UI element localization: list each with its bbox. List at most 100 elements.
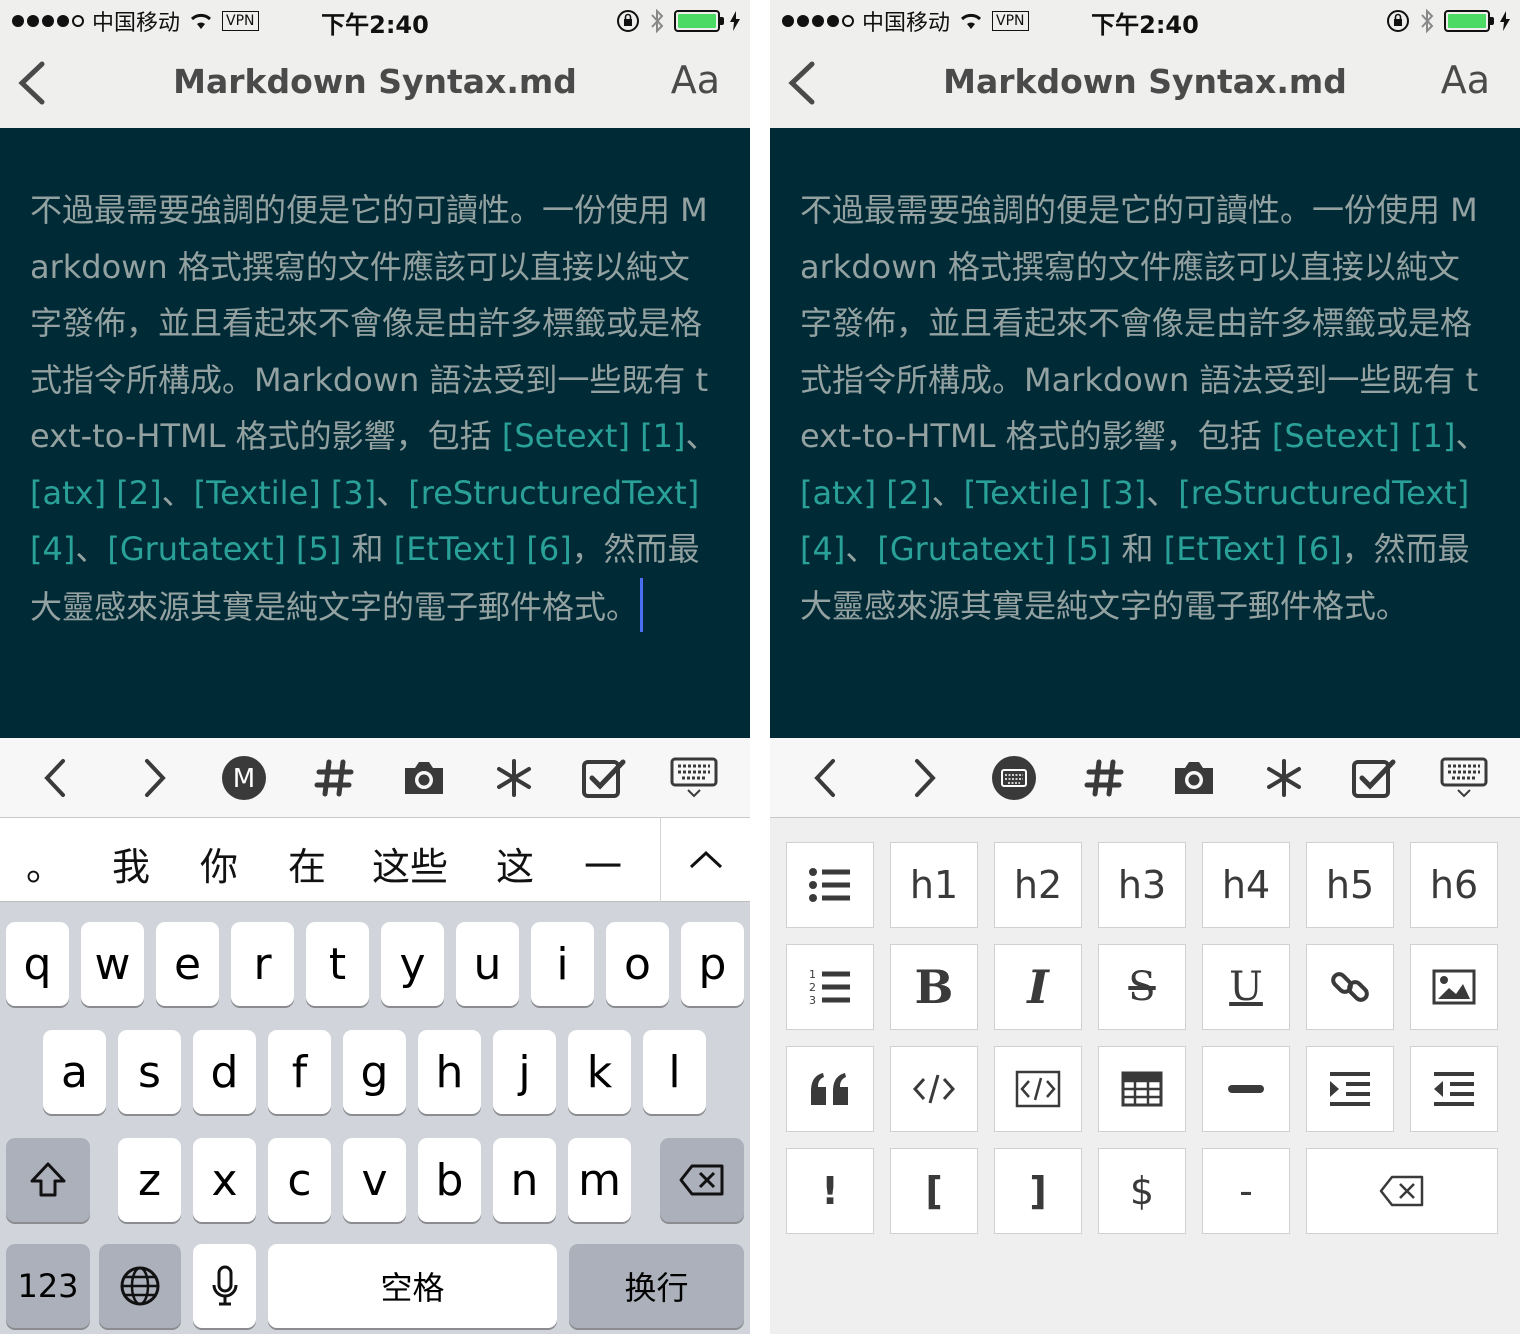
heading-button[interactable]: [1080, 754, 1128, 802]
reference-link[interactable]: [Grutatext] [5]: [877, 530, 1111, 568]
key-s[interactable]: s: [118, 1030, 181, 1114]
key-x[interactable]: x: [193, 1138, 256, 1222]
camera-button[interactable]: [400, 754, 448, 802]
outdent-button[interactable]: [1410, 1046, 1498, 1132]
left-bracket-key[interactable]: [: [890, 1148, 978, 1234]
microphone-key[interactable]: [193, 1244, 256, 1328]
reference-link[interactable]: [Setext] [1]: [1272, 417, 1456, 455]
globe-key[interactable]: [99, 1244, 181, 1328]
candidate-item[interactable]: 。: [26, 836, 64, 891]
key-o[interactable]: o: [606, 922, 669, 1006]
image-button[interactable]: [1410, 944, 1498, 1030]
bullet-list-button[interactable]: [786, 842, 874, 928]
key-n[interactable]: n: [493, 1138, 556, 1222]
key-t[interactable]: t: [306, 922, 369, 1006]
candidate-item[interactable]: 这些: [372, 836, 448, 891]
key-q[interactable]: q: [6, 922, 69, 1006]
shift-key[interactable]: [6, 1138, 90, 1222]
cursor-right-button[interactable]: [130, 754, 178, 802]
candidate-item[interactable]: 我: [112, 836, 150, 891]
editor-text[interactable]: 不過最需要強調的便是它的可讀性。一份使用 Markdown 格式撰寫的文件應該可…: [800, 182, 1490, 634]
font-settings-button[interactable]: Aa: [671, 58, 720, 102]
dollar-key[interactable]: $: [1098, 1148, 1186, 1234]
asterisk-button[interactable]: [490, 754, 538, 802]
blockquote-button[interactable]: [786, 1046, 874, 1132]
key-a[interactable]: a: [43, 1030, 106, 1114]
candidate-item[interactable]: 这: [496, 836, 534, 891]
camera-button[interactable]: [1170, 754, 1218, 802]
key-y[interactable]: y: [381, 922, 444, 1006]
hide-keyboard-button[interactable]: [670, 754, 718, 802]
candidate-item[interactable]: 一: [584, 836, 622, 891]
editor-text[interactable]: 不過最需要強調的便是它的可讀性。一份使用 Markdown 格式撰寫的文件應該可…: [30, 182, 720, 635]
dash-key[interactable]: -: [1202, 1148, 1290, 1234]
reference-link[interactable]: [Setext] [1]: [502, 417, 686, 455]
h1-button[interactable]: h1: [890, 842, 978, 928]
bold-button[interactable]: B: [890, 944, 978, 1030]
asterisk-button[interactable]: [1260, 754, 1308, 802]
candidate-item[interactable]: 你: [200, 836, 238, 891]
reference-link[interactable]: [Textile] [3]: [194, 474, 377, 512]
space-key[interactable]: 空格: [268, 1244, 557, 1328]
return-key[interactable]: 换行: [569, 1244, 744, 1328]
reference-link[interactable]: [EtText] [6]: [394, 530, 572, 568]
key-w[interactable]: w: [81, 922, 144, 1006]
underline-button[interactable]: U: [1202, 944, 1290, 1030]
key-v[interactable]: v: [343, 1138, 406, 1222]
cursor-left-button[interactable]: [802, 754, 850, 802]
right-bracket-key[interactable]: ]: [994, 1148, 1082, 1234]
key-f[interactable]: f: [268, 1030, 331, 1114]
link-button[interactable]: [1306, 944, 1394, 1030]
key-k[interactable]: k: [568, 1030, 631, 1114]
key-h[interactable]: h: [418, 1030, 481, 1114]
key-l[interactable]: l: [643, 1030, 706, 1114]
show-keyboard-button[interactable]: [990, 754, 1038, 802]
key-b[interactable]: b: [418, 1138, 481, 1222]
table-button[interactable]: [1098, 1046, 1186, 1132]
reference-link[interactable]: [Grutatext] [5]: [107, 530, 341, 568]
key-g[interactable]: g: [343, 1030, 406, 1114]
key-u[interactable]: u: [456, 922, 519, 1006]
h5-button[interactable]: h5: [1306, 842, 1394, 928]
key-e[interactable]: e: [156, 922, 219, 1006]
checkbox-button[interactable]: [580, 754, 628, 802]
exclamation-key[interactable]: !: [786, 1148, 874, 1234]
key-j[interactable]: j: [493, 1030, 556, 1114]
inline-code-button[interactable]: [890, 1046, 978, 1132]
key-c[interactable]: c: [268, 1138, 331, 1222]
cursor-left-button[interactable]: [32, 754, 80, 802]
h6-button[interactable]: h6: [1410, 842, 1498, 928]
reference-link[interactable]: [Textile] [3]: [964, 474, 1147, 512]
code-block-button[interactable]: [994, 1046, 1082, 1132]
key-r[interactable]: r: [231, 922, 294, 1006]
delete-key[interactable]: [660, 1138, 744, 1222]
cursor-right-button[interactable]: [900, 754, 948, 802]
checkbox-button[interactable]: [1350, 754, 1398, 802]
delete-key[interactable]: [1306, 1148, 1498, 1234]
italic-button[interactable]: I: [994, 944, 1082, 1030]
markdown-editor[interactable]: 不過最需要強調的便是它的可讀性。一份使用 Markdown 格式撰寫的文件應該可…: [770, 128, 1520, 738]
markdown-panel-button[interactable]: M: [220, 754, 268, 802]
h3-button[interactable]: h3: [1098, 842, 1186, 928]
key-i[interactable]: i: [531, 922, 594, 1006]
key-d[interactable]: d: [193, 1030, 256, 1114]
reference-link[interactable]: [EtText] [6]: [1164, 530, 1342, 568]
strikethrough-button[interactable]: S: [1098, 944, 1186, 1030]
indent-button[interactable]: [1306, 1046, 1394, 1132]
numbers-key[interactable]: 123: [6, 1244, 90, 1328]
key-z[interactable]: z: [118, 1138, 181, 1222]
font-settings-button[interactable]: Aa: [1441, 58, 1490, 102]
reference-link[interactable]: [atx] [2]: [30, 474, 162, 512]
hide-keyboard-button[interactable]: [1440, 754, 1488, 802]
candidate-item[interactable]: 在: [288, 836, 326, 891]
h4-button[interactable]: h4: [1202, 842, 1290, 928]
key-m[interactable]: m: [568, 1138, 631, 1222]
markdown-editor[interactable]: 不過最需要強調的便是它的可讀性。一份使用 Markdown 格式撰寫的文件應該可…: [0, 128, 750, 738]
ordered-list-button[interactable]: 123: [786, 944, 874, 1030]
h2-button[interactable]: h2: [994, 842, 1082, 928]
key-p[interactable]: p: [681, 922, 744, 1006]
horizontal-rule-button[interactable]: [1202, 1046, 1290, 1132]
reference-link[interactable]: [atx] [2]: [800, 474, 932, 512]
expand-candidates-button[interactable]: [660, 818, 750, 902]
heading-button[interactable]: [310, 754, 358, 802]
